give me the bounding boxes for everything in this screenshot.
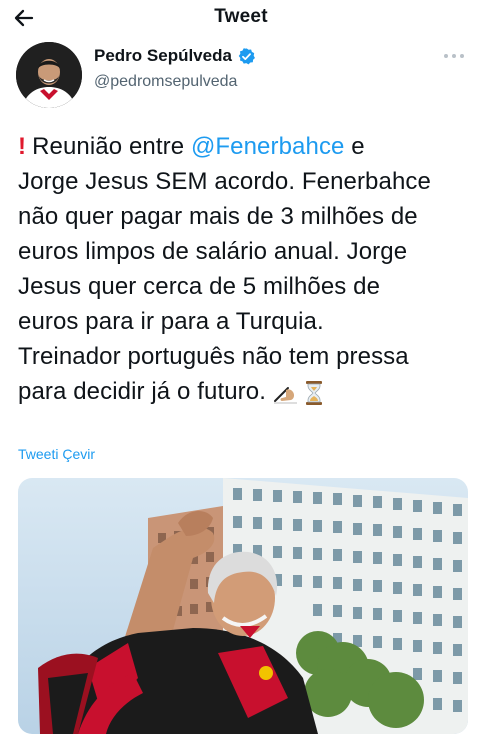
tweet-line: euros limpos de salário anual. Jorge	[18, 238, 408, 265]
more-options-button[interactable]	[440, 50, 468, 62]
tweet-text-after-mention: e	[344, 133, 365, 160]
exclamation-icon: !	[18, 133, 27, 160]
tweet-line: não quer pagar mais de 3 milhões de	[18, 203, 418, 230]
more-dot-icon	[460, 54, 464, 58]
tweet-text-before-mention: Reunião entre	[32, 133, 191, 160]
tweet-line: Jesus quer cerca de 5 milhões de	[18, 273, 381, 300]
tweet-text: ! Reunião entre @Fenerbahce e Jorge Jesus…	[18, 129, 473, 409]
tweet-line: euros para ir para a Turquia.	[18, 308, 324, 335]
tweet-line: Jorge Jesus SEM acordo. Fenerbahce	[18, 168, 431, 195]
mention-link[interactable]: @Fenerbahce	[191, 133, 345, 160]
writing-hand-icon	[273, 386, 297, 404]
author-name[interactable]: Pedro Sepúlveda	[94, 46, 232, 66]
translate-tweet-link[interactable]: Tweeti Çevir	[18, 446, 95, 462]
author-handle[interactable]: @pedromsepulveda	[94, 73, 237, 91]
top-bar: Tweet	[0, 0, 482, 38]
author-name-row[interactable]: Pedro Sepúlveda	[94, 46, 256, 66]
tweet-last-line-text: para decidir já o futuro.	[18, 378, 266, 405]
tweet-photo[interactable]	[18, 478, 468, 734]
tweet-line: ! Reunião entre @Fenerbahce e	[18, 129, 473, 164]
more-dot-icon	[452, 54, 456, 58]
tweet-line: para decidir já o futuro.	[18, 374, 473, 409]
page-title: Tweet	[214, 6, 268, 27]
tweet-line: Treinador português não tem pressa	[18, 343, 409, 370]
verified-badge-icon	[238, 47, 255, 64]
avatar[interactable]	[16, 42, 82, 108]
more-dot-icon	[444, 54, 448, 58]
hourglass-icon	[305, 380, 322, 405]
